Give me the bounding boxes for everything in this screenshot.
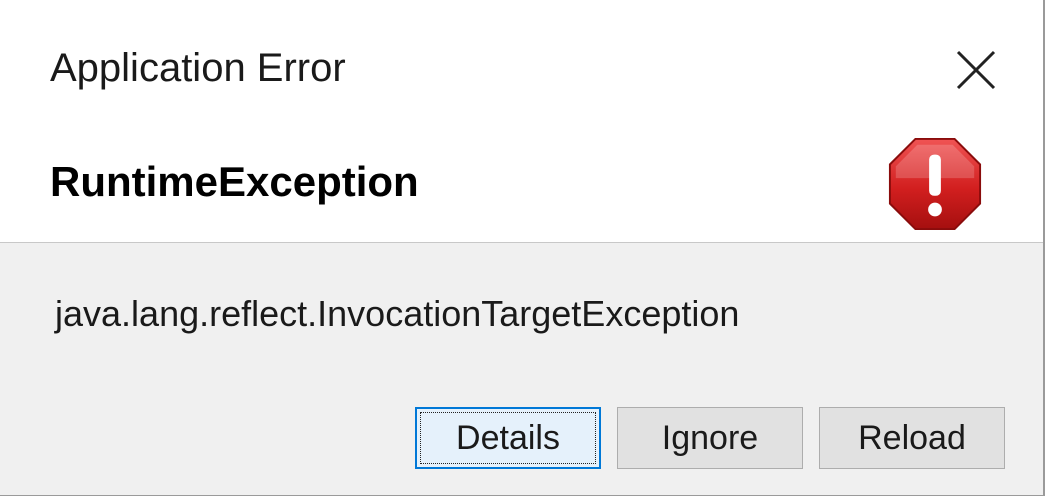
content-area: java.lang.reflect.InvocationTargetExcept…	[0, 242, 1043, 495]
ignore-button[interactable]: Ignore	[617, 407, 803, 469]
details-button-label: Details	[456, 418, 560, 457]
reload-button-label: Reload	[858, 418, 966, 457]
close-button[interactable]	[946, 40, 1006, 100]
title-bar: Application Error	[0, 0, 1043, 130]
close-icon	[956, 50, 996, 90]
ignore-button-label: Ignore	[661, 418, 759, 457]
window-title: Application Error	[50, 46, 346, 90]
exception-title: RuntimeException	[50, 158, 419, 205]
error-dialog: Application Error RuntimeException java.…	[0, 0, 1045, 496]
exception-message: java.lang.reflect.InvocationTargetExcept…	[55, 293, 740, 334]
error-stop-icon	[886, 135, 984, 233]
reload-button[interactable]: Reload	[819, 407, 1005, 469]
details-button[interactable]: Details	[415, 407, 601, 469]
